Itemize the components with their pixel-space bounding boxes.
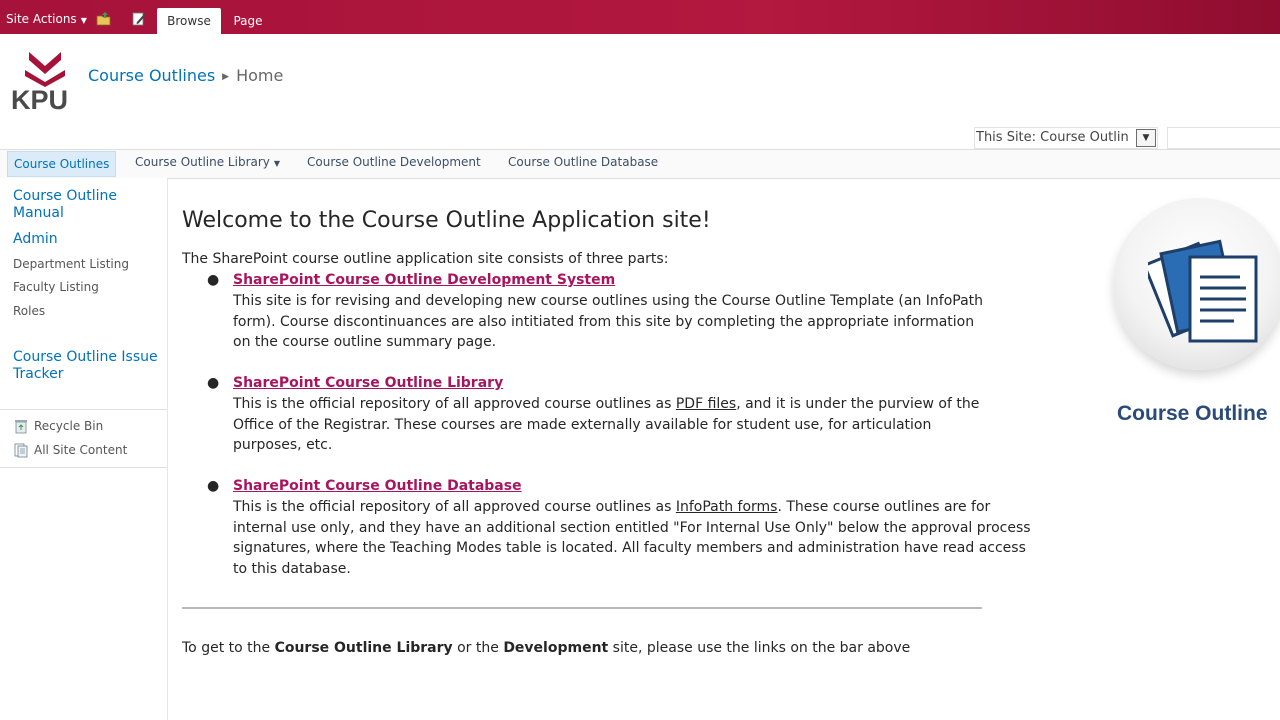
quicklaunch-issue-tracker[interactable]: Course Outline Issue Tracker xyxy=(13,349,163,383)
quick-launch: Course Outline Manual Admin Department L… xyxy=(0,178,168,720)
breadcrumb-site-link[interactable]: Course Outlines xyxy=(88,66,215,85)
footer-a: To get to the xyxy=(182,640,275,656)
breadcrumb-current: Home xyxy=(236,66,284,85)
development-description: This site is for revising and developing… xyxy=(233,293,984,350)
footer-library: Course Outline Library xyxy=(274,640,453,656)
tab-page[interactable]: Page xyxy=(226,8,270,34)
breadcrumb: Course Outlines ▶ Home xyxy=(88,66,283,85)
search-input[interactable] xyxy=(1167,127,1280,149)
library-text-a: This is the official repository of all a… xyxy=(233,396,676,412)
tab-browse[interactable]: Browse xyxy=(157,8,221,34)
logo-text: KPU xyxy=(11,85,68,112)
site-actions-label: Site Actions xyxy=(6,12,77,26)
footer-c: or the xyxy=(452,640,504,656)
footer-note: To get to the Course Outline Library or … xyxy=(182,640,910,656)
link-development-system[interactable]: SharePoint Course Outline Development Sy… xyxy=(233,272,615,288)
library-description: This is the official repository of all a… xyxy=(233,394,993,456)
documents-icon xyxy=(1148,239,1258,343)
top-navigation: Course Outlines Course Outline Library ▼ … xyxy=(0,149,1280,179)
topnav-course-outline-development[interactable]: Course Outline Development xyxy=(307,155,481,169)
topnav-course-outline-database[interactable]: Course Outline Database xyxy=(508,155,658,169)
footer-development: Development xyxy=(503,640,609,656)
database-description: This is the official repository of all a… xyxy=(233,497,1033,579)
link-course-outline-database[interactable]: SharePoint Course Outline Database xyxy=(233,478,522,494)
bullet: ● xyxy=(207,375,220,391)
edit-page-icon[interactable] xyxy=(131,11,147,27)
footer-e: site, please use the links on the bar ab… xyxy=(608,640,911,656)
infopath-forms-text: InfoPath forms xyxy=(675,499,778,515)
chevron-down-icon: ▼ xyxy=(80,16,87,25)
topnav-label: Course Outline Library xyxy=(135,155,270,169)
site-content-icon xyxy=(14,443,28,458)
database-text-a: This is the official repository of all a… xyxy=(233,499,676,515)
divider xyxy=(0,409,167,410)
search-scope-value: This Site: Course Outlin xyxy=(976,130,1129,145)
intro-text: The SharePoint course outline applicatio… xyxy=(182,251,669,267)
search-scope-select[interactable]: This Site: Course Outlin ▼ xyxy=(974,127,1158,149)
kpu-logo[interactable]: KPU xyxy=(11,50,79,112)
topnav-course-outline-library[interactable]: Course Outline Library ▼ xyxy=(135,155,280,169)
bullet: ● xyxy=(207,478,220,494)
quicklaunch-all-site-content[interactable]: All Site Content xyxy=(34,443,127,457)
quicklaunch-roles[interactable]: Roles xyxy=(13,304,45,318)
topnav-label: Course Outline Development xyxy=(307,155,481,169)
topnav-label: Course Outline Database xyxy=(508,155,659,169)
breadcrumb-arrow-icon: ▶ xyxy=(222,72,230,82)
link-course-outline-library[interactable]: SharePoint Course Outline Library xyxy=(233,375,503,391)
quicklaunch-faculty-listing[interactable]: Faculty Listing xyxy=(13,280,99,294)
course-outline-badge-label: Course Outline xyxy=(1117,402,1268,425)
topnav-course-outlines[interactable]: Course Outlines xyxy=(7,151,117,177)
quicklaunch-department-listing[interactable]: Department Listing xyxy=(13,257,129,271)
quicklaunch-course-outline-manual[interactable]: Course Outline Manual xyxy=(13,188,153,222)
pdf-files-text: PDF files xyxy=(675,396,737,412)
chevron-down-icon: ▼ xyxy=(273,159,281,168)
quicklaunch-admin[interactable]: Admin xyxy=(13,231,58,248)
topnav-label: Course Outlines xyxy=(14,157,110,171)
recycle-bin-icon xyxy=(15,420,27,434)
site-actions-menu[interactable]: Site Actions ▼ xyxy=(6,12,87,26)
page-title: Welcome to the Course Outline Applicatio… xyxy=(182,208,711,233)
ribbon-bar: Site Actions ▼ Browse Page xyxy=(0,0,1280,34)
folder-up-icon[interactable] xyxy=(96,11,112,27)
quicklaunch-recycle-bin[interactable]: Recycle Bin xyxy=(34,419,103,433)
bullet: ● xyxy=(207,272,220,288)
horizontal-rule xyxy=(182,607,982,609)
chevron-down-icon[interactable]: ▼ xyxy=(1136,129,1156,147)
divider xyxy=(0,467,167,468)
